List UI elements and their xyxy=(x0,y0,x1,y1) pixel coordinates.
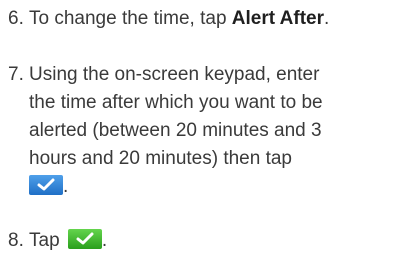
step-number: 6. xyxy=(8,8,24,29)
checkmark-icon xyxy=(29,175,63,195)
step-text-after: . xyxy=(63,176,69,197)
step-text: Using the on-screen keypad, enter the ti… xyxy=(29,61,414,201)
step-line: Using the on-screen keypad, enter xyxy=(29,64,320,85)
checkmark-icon xyxy=(67,229,102,249)
step-text-before: To change the time, tap xyxy=(29,8,232,29)
alert-after-label: Alert After xyxy=(231,8,324,29)
step-text-before: Tap xyxy=(29,230,65,251)
step-line: alerted (between 20 minutes and 3 xyxy=(29,120,322,141)
step-text-after: . xyxy=(324,8,330,29)
step-text: To change the time, tap Alert After. xyxy=(29,5,414,33)
step-number: 8. xyxy=(8,230,24,251)
step-line: the time after which you want to be xyxy=(29,92,323,113)
step-text: Tap . xyxy=(29,227,414,255)
step-line: hours and 20 minutes) then tap xyxy=(29,148,293,169)
step-number: 7. xyxy=(8,64,24,85)
step-text-after: . xyxy=(101,230,108,251)
